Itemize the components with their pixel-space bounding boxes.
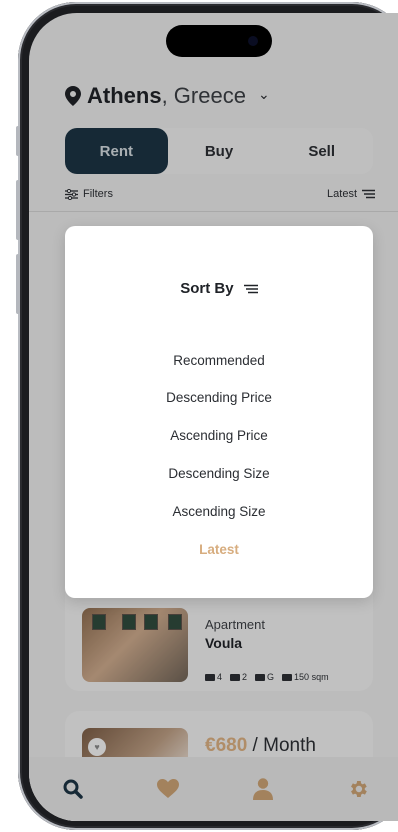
sort-modal: Sort By Recommended Descending Price Asc… — [65, 226, 373, 598]
dynamic-island — [166, 25, 272, 57]
sort-option-ascending-size[interactable]: Ascending Size — [65, 504, 373, 519]
sort-option-latest[interactable]: Latest — [65, 542, 373, 557]
sort-modal-title-text: Sort By — [180, 280, 234, 297]
volume-up-button — [16, 180, 20, 240]
screen: Athens, Greece ⌄ Rent Buy Sell Filters L… — [29, 13, 398, 821]
sort-option-descending-price[interactable]: Descending Price — [65, 390, 373, 405]
sort-option-recommended[interactable]: Recommended — [65, 353, 373, 368]
sort-icon — [243, 284, 258, 294]
volume-down-button — [16, 254, 20, 314]
sort-option-descending-size[interactable]: Descending Size — [65, 466, 373, 481]
action-button — [16, 126, 20, 156]
sort-modal-title: Sort By — [65, 280, 373, 297]
sort-option-ascending-price[interactable]: Ascending Price — [65, 428, 373, 443]
camera-dot — [248, 36, 258, 46]
